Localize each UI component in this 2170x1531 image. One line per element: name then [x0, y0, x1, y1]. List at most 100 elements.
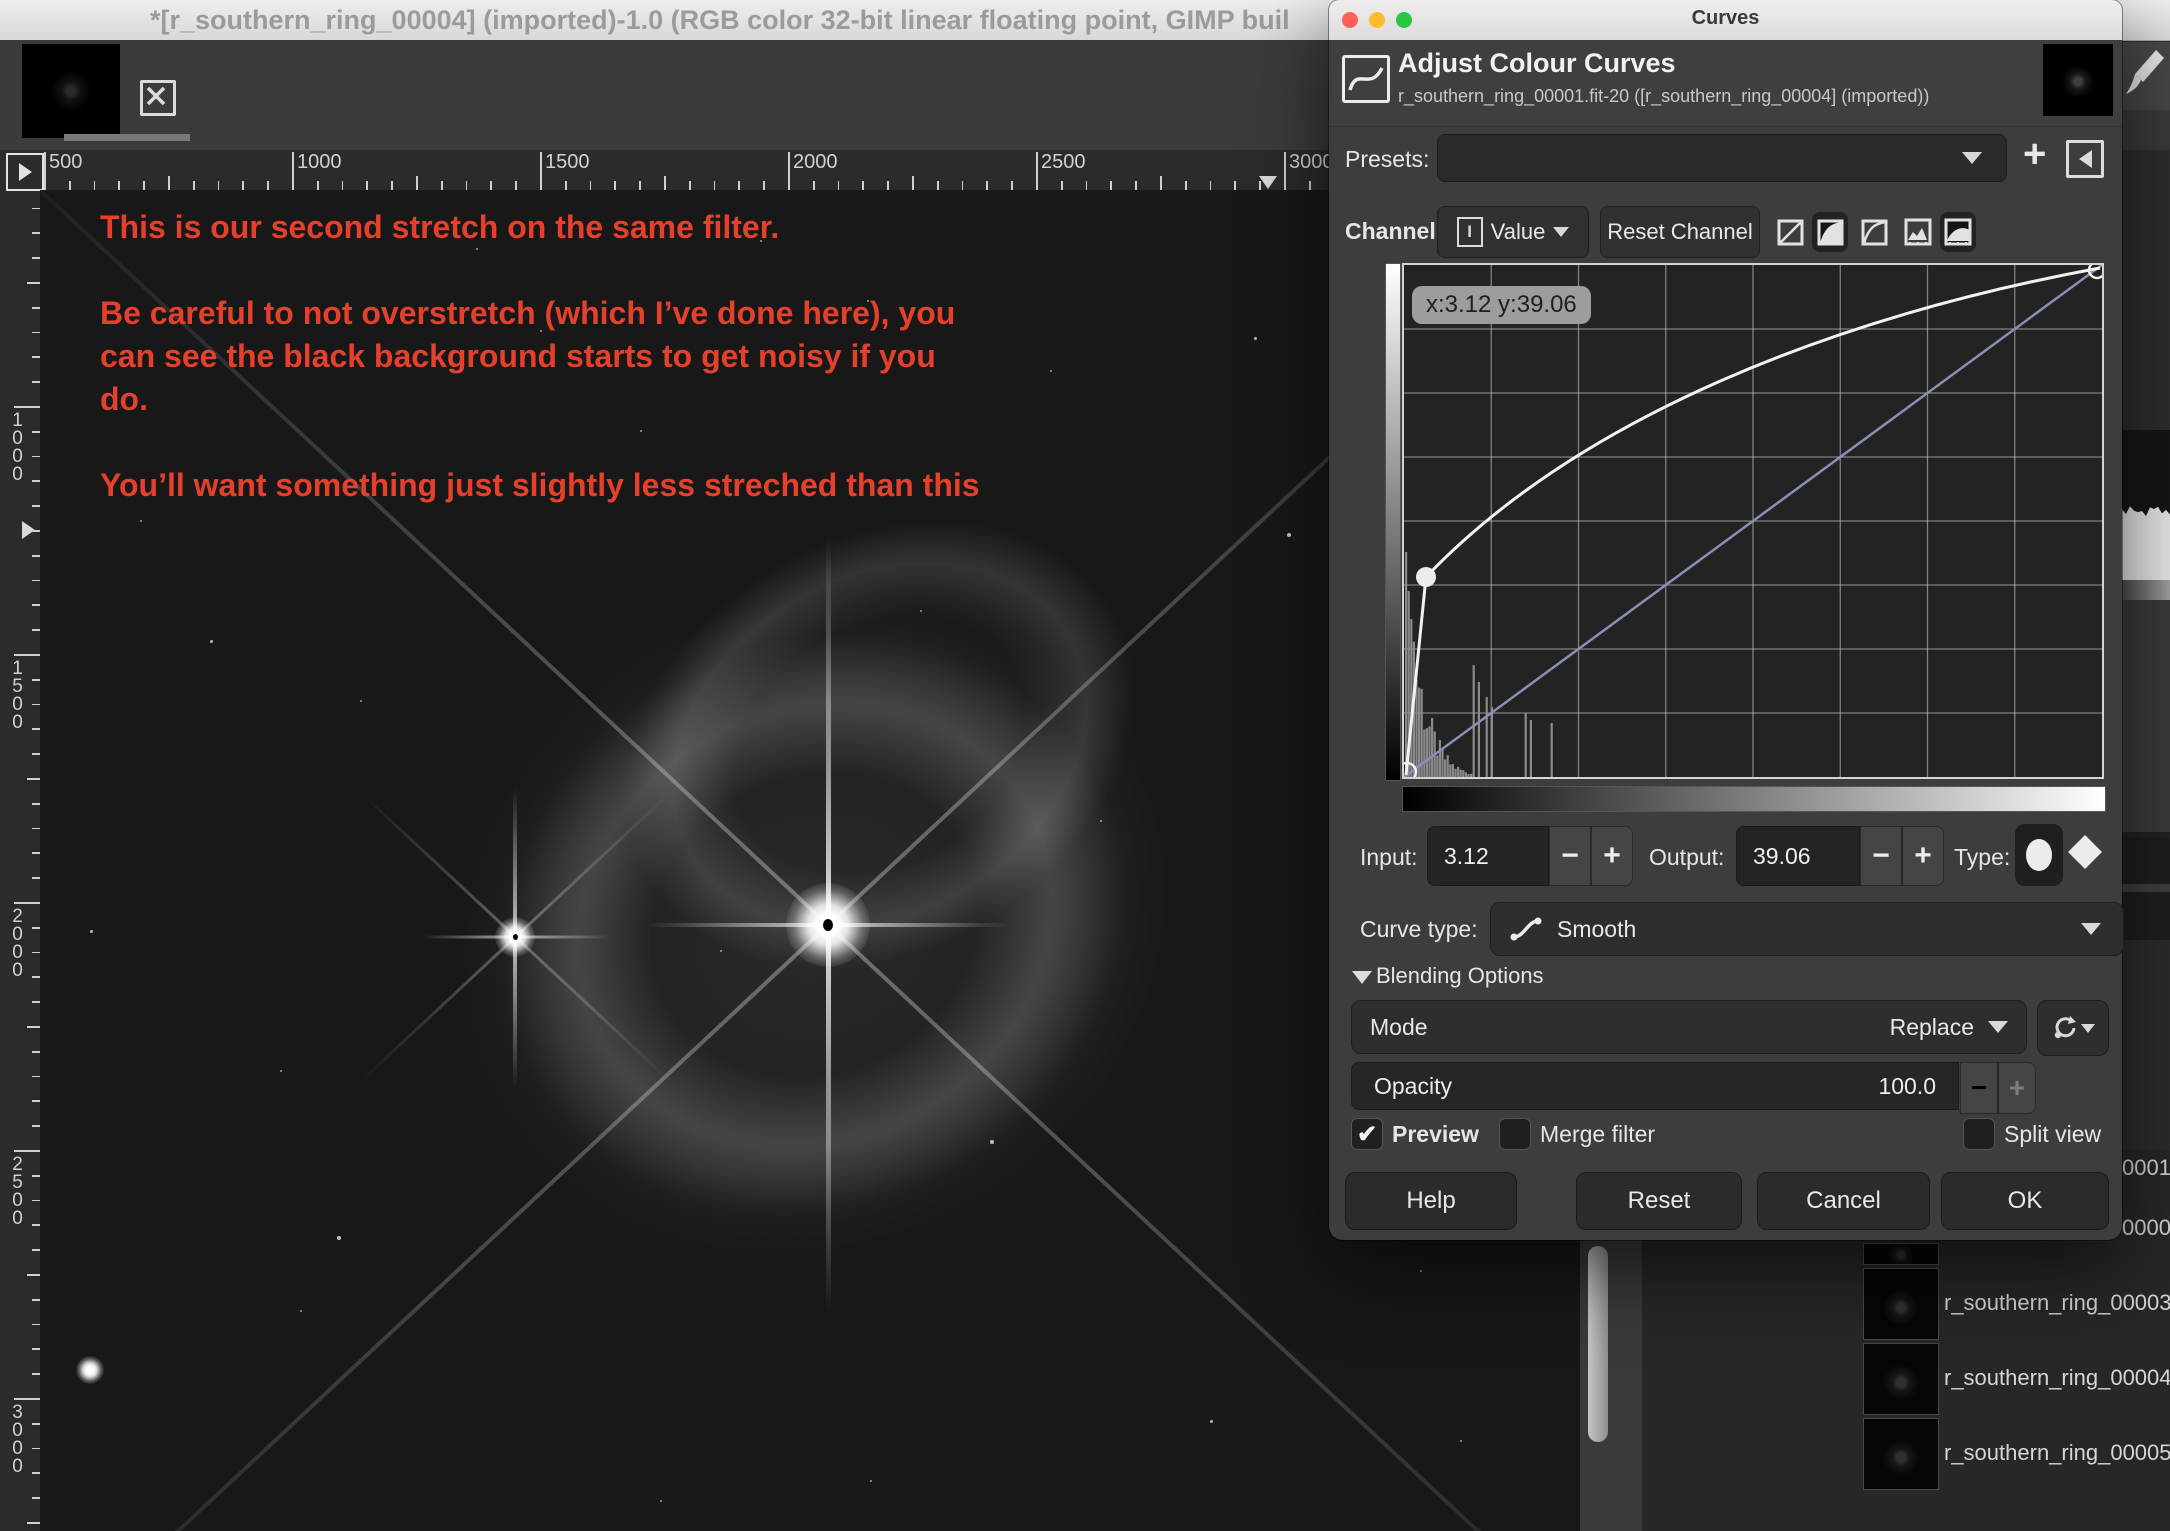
canvas-vertical-scrollbar-thumb[interactable]	[1588, 1246, 1608, 1442]
vertical-ruler[interactable]: 10001500200025003000	[0, 190, 41, 1531]
input-field[interactable]: 3.12	[1427, 826, 1549, 886]
dock-row	[2122, 892, 2170, 940]
tool-options-panel	[2122, 42, 2170, 110]
dock-divider	[2122, 884, 2170, 892]
dialog-titlebar[interactable]: Curves	[1329, 0, 2122, 41]
blending-options-label[interactable]: Blending Options	[1376, 963, 1544, 989]
mode-dropdown[interactable]: Mode Replace	[1351, 1000, 2027, 1054]
layer-label[interactable]: r_southern_ring_00004	[1944, 1365, 2170, 1391]
star-dot	[1287, 533, 1291, 537]
ruler-tick	[664, 176, 666, 190]
linear-light-toggle[interactable]	[1772, 212, 1808, 252]
ruler-tick	[887, 181, 889, 190]
layer-label[interactable]: r_southern_ring_00005	[1944, 1440, 2170, 1466]
ruler-tick	[738, 181, 740, 190]
blend-space-reset-button[interactable]	[2037, 1000, 2109, 1056]
point-type-corner-button[interactable]	[2068, 835, 2102, 869]
mode-value: Replace	[1890, 1014, 1974, 1041]
ruler-tick	[168, 176, 170, 190]
layer-thumbnail[interactable]	[1863, 1343, 1939, 1415]
curve-type-dropdown[interactable]: Smooth	[1490, 902, 2124, 956]
ruler-tick	[32, 852, 40, 854]
input-decrement-button[interactable]: −	[1549, 826, 1591, 886]
opacity-slider[interactable]: Opacity 100.0	[1351, 1062, 1959, 1110]
preset-menu-button[interactable]	[2066, 140, 2104, 178]
histogram-linear-toggle[interactable]	[1900, 212, 1936, 252]
curve-type-value: Smooth	[1557, 916, 1636, 943]
image-tab-thumbnail[interactable]	[22, 44, 120, 138]
pointer-x-marker-icon	[1259, 176, 1277, 189]
output-field[interactable]: 39.06	[1736, 826, 1860, 886]
presets-dropdown[interactable]	[1437, 134, 2007, 182]
preview-checkbox[interactable]: ✔	[1351, 1118, 1383, 1150]
smooth-curve-icon	[1509, 915, 1543, 943]
ruler-tick	[1284, 152, 1286, 190]
ruler-label: 2000	[793, 151, 838, 174]
ruler-tick	[962, 181, 964, 190]
layer-label-partial[interactable]: 00002	[2122, 1215, 2170, 1241]
expander-triangle-icon[interactable]	[1352, 971, 1372, 984]
ruler-tick	[32, 1100, 40, 1102]
output-increment-button[interactable]: +	[1902, 826, 1944, 886]
close-view-icon[interactable]	[140, 80, 176, 116]
channel-dropdown[interactable]: I Value	[1437, 206, 1589, 258]
chevron-down-icon	[2081, 1024, 2095, 1033]
triangle-left-icon	[2079, 150, 2092, 168]
reset-channel-button[interactable]: Reset Channel	[1600, 206, 1760, 258]
merge-filter-checkbox[interactable]	[1499, 1118, 1531, 1150]
histogram-graph	[2122, 500, 2170, 580]
curve-type-label: Curve type:	[1360, 916, 1478, 943]
layer-thumbnail[interactable]	[1863, 1418, 1939, 1490]
ruler-tick	[912, 176, 914, 190]
cancel-button[interactable]: Cancel	[1757, 1172, 1930, 1230]
layer-thumbnail[interactable]	[1863, 1243, 1939, 1265]
ruler-tick	[416, 176, 418, 190]
curve-grid[interactable]: x:3.12 y:39.06	[1402, 263, 2104, 779]
opacity-increment-button[interactable]: +	[1998, 1062, 2036, 1114]
ruler-tick	[1135, 181, 1137, 190]
ruler-label: 2500	[7, 1154, 27, 1226]
ruler-tick	[1210, 181, 1212, 190]
ruler-tick	[14, 1398, 40, 1400]
add-preset-button[interactable]: +	[2023, 132, 2046, 177]
ruler-tick	[44, 152, 46, 190]
ruler-tick	[32, 803, 40, 805]
help-button[interactable]: Help	[1345, 1172, 1517, 1230]
layer-thumbnail[interactable]	[1863, 1268, 1939, 1340]
point-type-smooth-button[interactable]	[2015, 824, 2063, 886]
histogram-logarithmic-toggle[interactable]	[1940, 212, 1976, 252]
reset-button[interactable]: Reset	[1576, 1172, 1742, 1230]
gimp-application: *[r_southern_ring_00004] (imported)-1.0 …	[0, 0, 2170, 1531]
ruler-label: 500	[49, 151, 82, 174]
ruler-tick	[32, 629, 40, 631]
ruler-label: 3000	[1289, 151, 1334, 174]
ruler-label: 1000	[7, 410, 27, 482]
ruler-tick	[788, 152, 790, 190]
ruler-tick	[32, 505, 40, 507]
layer-label-partial[interactable]: 0001	[2122, 1155, 2170, 1181]
ruler-tick	[639, 181, 641, 190]
opacity-label: Opacity	[1374, 1073, 1452, 1100]
ok-button[interactable]: OK	[1941, 1172, 2109, 1230]
output-decrement-button[interactable]: −	[1860, 826, 1902, 886]
ruler-tick	[14, 654, 40, 656]
ruler-tick	[1234, 181, 1236, 190]
opacity-decrement-button[interactable]: −	[1960, 1062, 1998, 1114]
ruler-tick	[27, 1274, 40, 1276]
ruler-tick	[32, 1373, 40, 1375]
paintbrush-icon[interactable]	[2126, 48, 2166, 104]
ruler-tick	[32, 1076, 40, 1078]
ruler-tick	[1160, 176, 1162, 190]
star-dot	[990, 1140, 994, 1144]
split-view-checkbox[interactable]	[1963, 1118, 1995, 1150]
non-linear-toggle-selected[interactable]	[1812, 212, 1848, 252]
ruler-tick	[1309, 181, 1311, 190]
ruler-tick	[32, 1348, 40, 1350]
ruler-tick	[838, 181, 840, 190]
channel-value: Value	[1491, 219, 1546, 245]
layer-label[interactable]: r_southern_ring_00003	[1944, 1290, 2170, 1316]
input-increment-button[interactable]: +	[1591, 826, 1633, 886]
star-dot	[210, 640, 213, 643]
ruler-corner-button[interactable]	[6, 153, 44, 191]
perceptual-toggle[interactable]	[1856, 212, 1892, 252]
